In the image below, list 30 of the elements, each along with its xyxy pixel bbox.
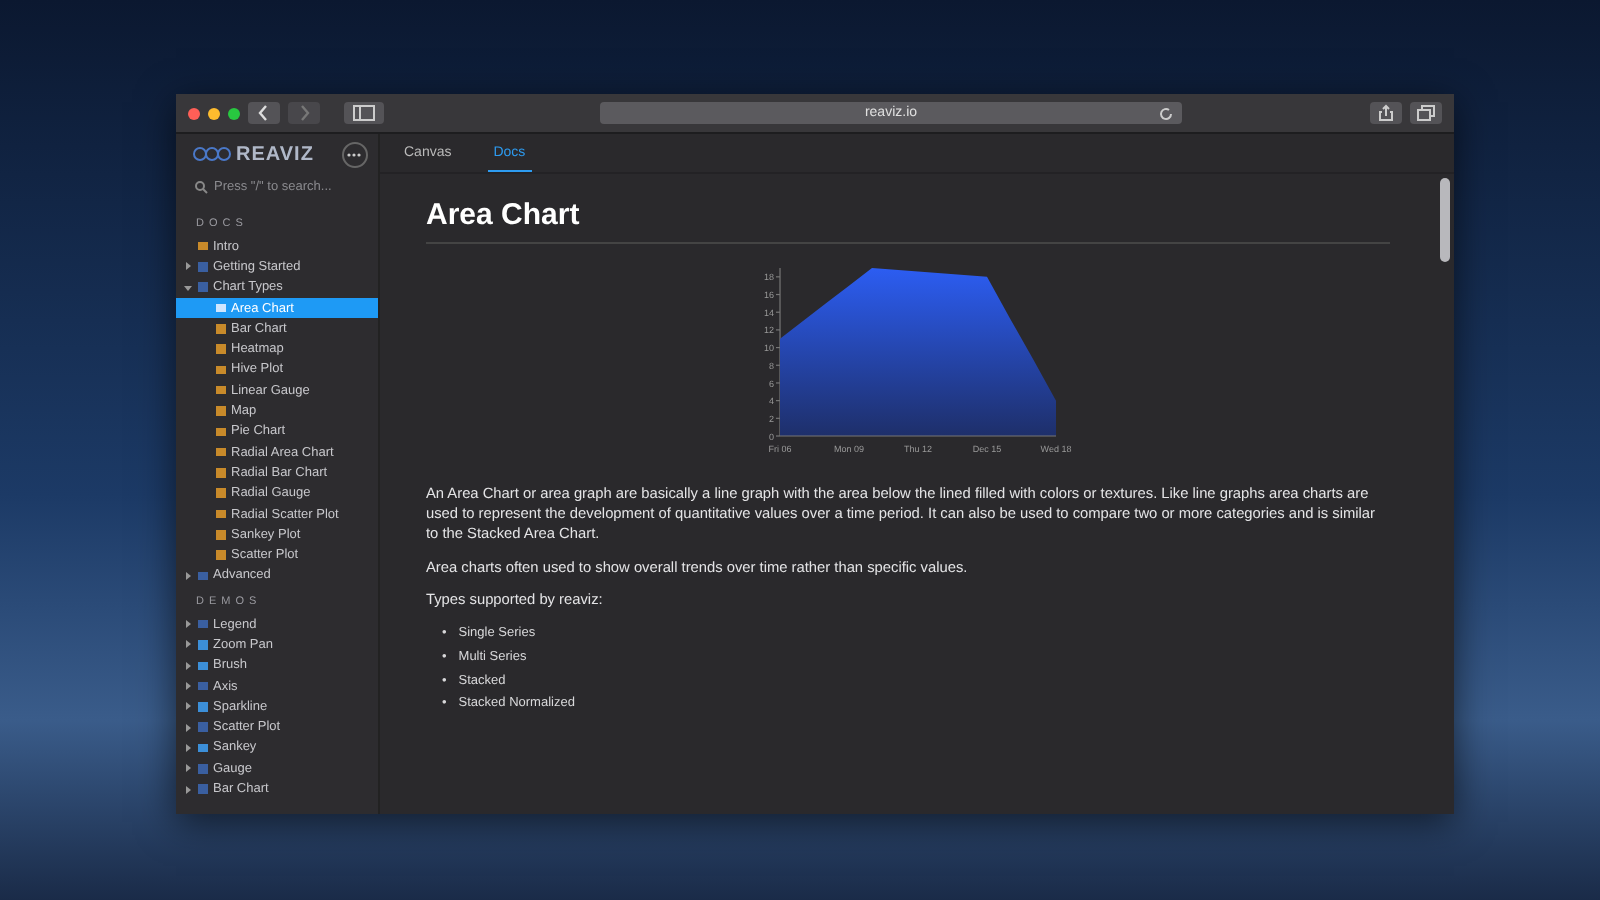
page-icon [198,661,207,671]
logo-icon [192,144,232,164]
tabs-button[interactable] [1410,102,1442,124]
page-icon [198,743,207,753]
more-button[interactable] [341,141,368,167]
reload-icon[interactable] [1158,105,1174,121]
scrollbar[interactable] [1438,174,1454,814]
folder-icon [198,681,207,691]
sidebar-toggle-button[interactable] [344,102,384,124]
folder-icon [198,571,207,581]
more-icon [346,151,363,157]
page-icon [216,303,225,313]
page-icon [198,640,207,650]
share-icon [1376,104,1396,122]
page-icon [216,509,225,519]
page-icon [216,406,225,416]
maximize-icon[interactable] [228,107,240,119]
page-icon [198,702,207,712]
close-icon[interactable] [188,107,200,119]
share-button[interactable] [1370,102,1402,124]
folder-icon [198,619,207,629]
sidebar-icon [352,104,376,122]
search-icon [194,180,208,194]
back-button[interactable] [248,102,280,124]
minimize-icon[interactable] [208,107,220,119]
tabs-icon [1416,104,1436,122]
folder-icon [198,722,207,732]
page-title: Area Chart [426,198,1390,244]
page-icon [198,241,207,251]
logo-text: REAVIZ [236,143,314,165]
